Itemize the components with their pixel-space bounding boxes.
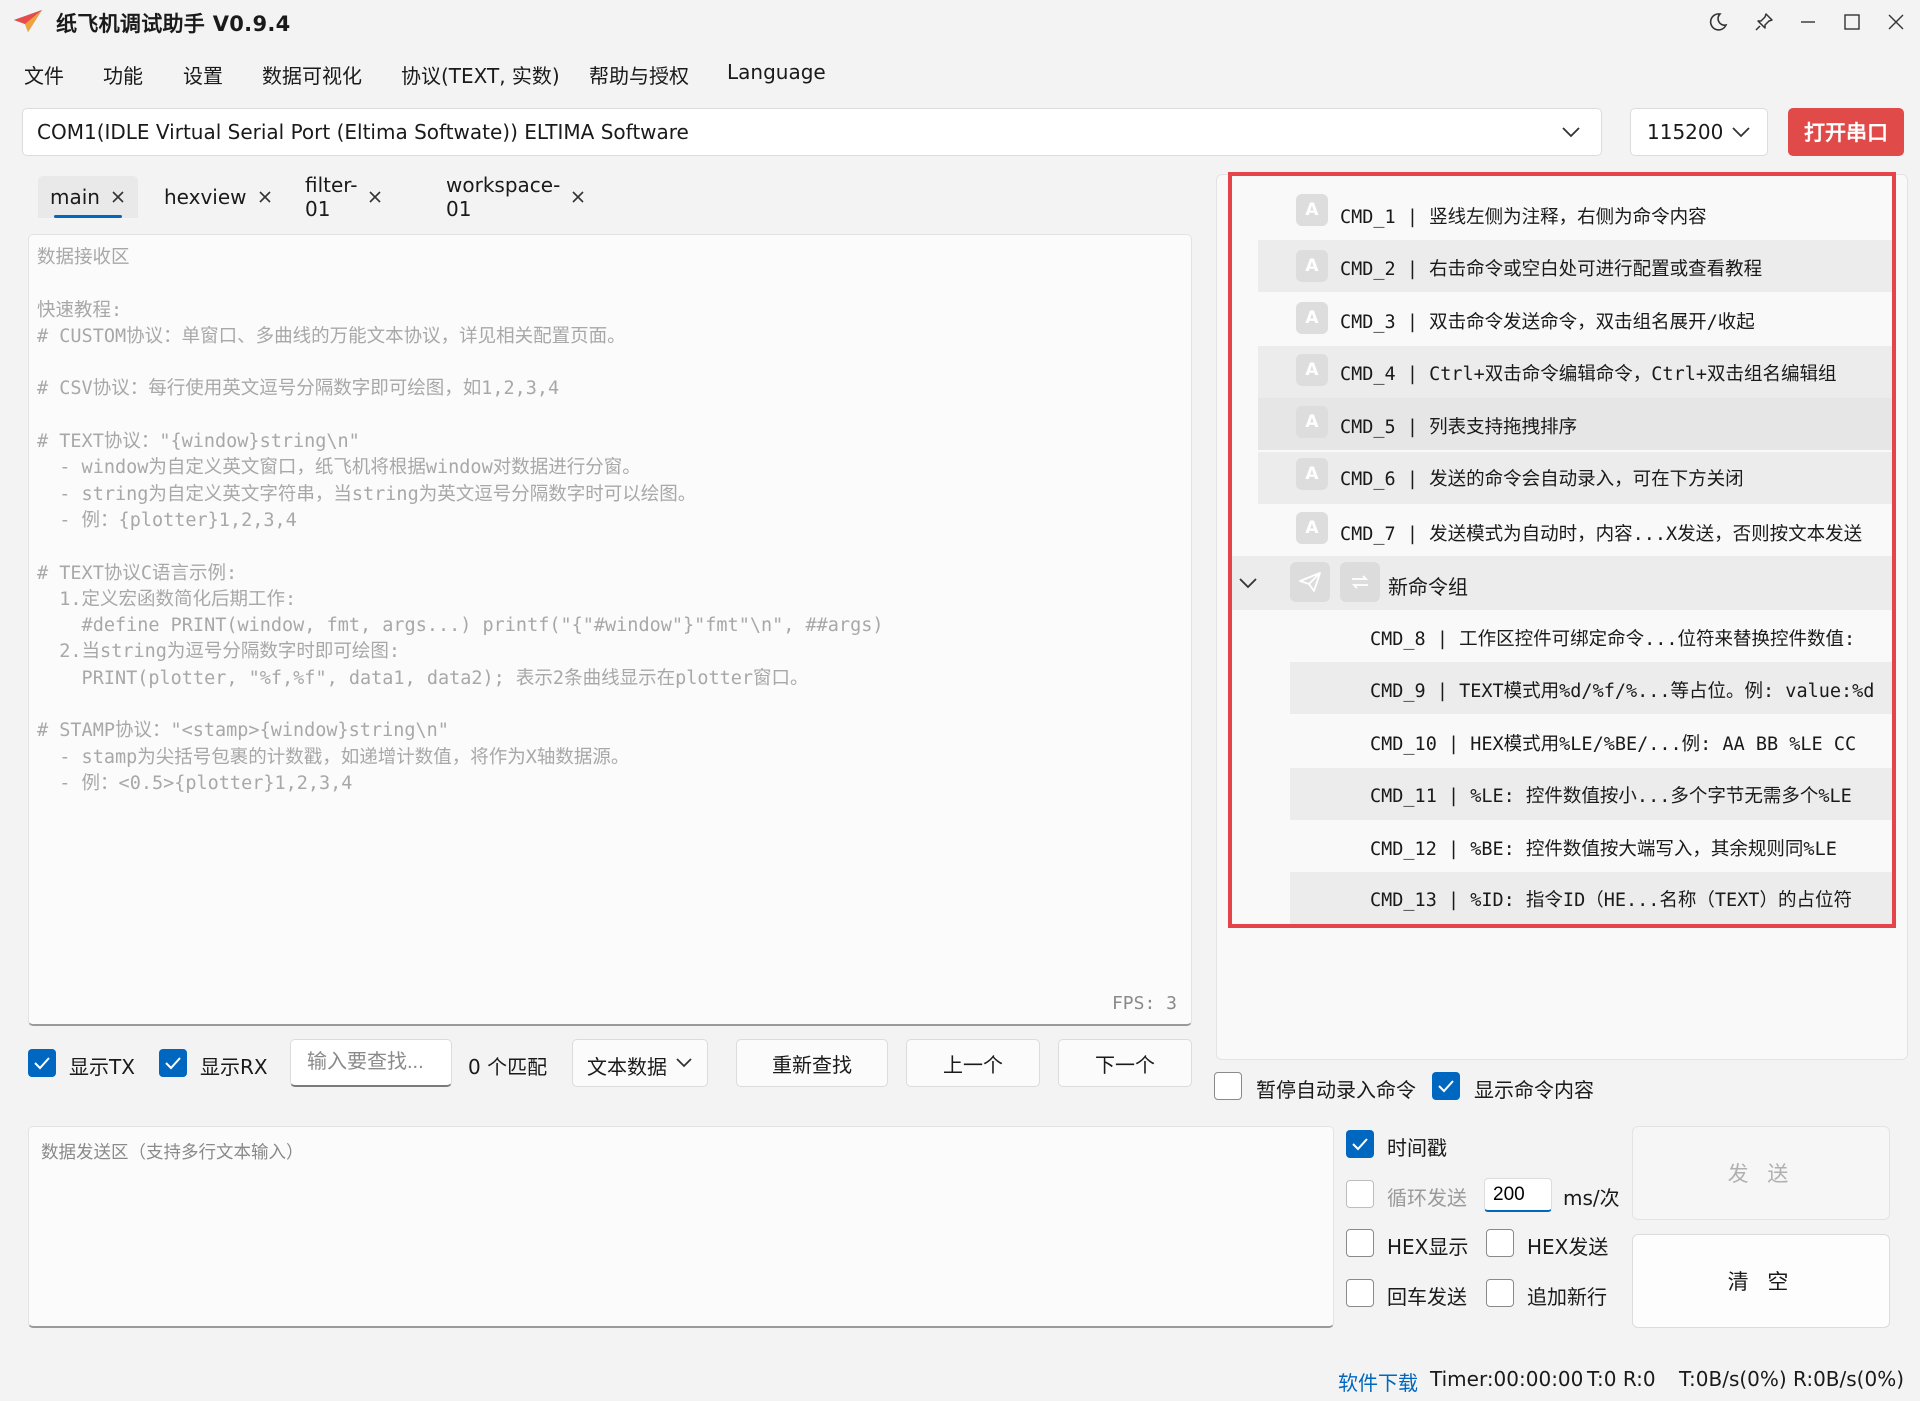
port-select[interactable]: COM1(IDLE Virtual Serial Port (Eltima So…: [22, 108, 1602, 156]
close-tab-icon[interactable]: [110, 189, 126, 205]
check-icon: [34, 1057, 50, 1070]
close-icon[interactable]: [1878, 4, 1914, 40]
hex-send-checkbox[interactable]: [1486, 1229, 1514, 1257]
show-rx-label: 显示RX: [200, 1055, 268, 1079]
tab-workspace-01[interactable]: workspace-01: [434, 173, 598, 221]
close-tab-icon[interactable]: [570, 189, 586, 205]
search-mode-value: 文本数据: [587, 1055, 667, 1079]
baud-select-value: 115200: [1647, 120, 1724, 144]
paper-plane-logo-icon: [14, 10, 42, 32]
chevron-down-icon: [676, 1058, 692, 1068]
open-port-button[interactable]: 打开串口: [1788, 108, 1904, 156]
pause-auto-record-label: 暂停自动录入命令: [1256, 1078, 1416, 1102]
loop-interval-box: [1484, 1178, 1552, 1212]
download-link[interactable]: 软件下载: [1338, 1367, 1418, 1396]
tab-label: workspace-01: [446, 173, 561, 221]
app-title: 纸飞机调试助手 V0.9.4: [56, 12, 291, 36]
menu-language[interactable]: Language: [727, 60, 826, 84]
append-newline-label: 追加新行: [1527, 1285, 1607, 1309]
show-tx-label: 显示TX: [69, 1055, 135, 1079]
search-input[interactable]: [307, 1051, 441, 1074]
title-bar: 纸飞机调试助手 V0.9.4: [0, 0, 1920, 44]
loop-interval-input[interactable]: [1485, 1179, 1551, 1210]
loop-send-checkbox[interactable]: [1346, 1180, 1374, 1208]
menu-protocol[interactable]: 协议(TEXT, 实数): [401, 60, 560, 89]
hex-display-label: HEX显示: [1387, 1235, 1469, 1259]
tab-label: hexview: [164, 185, 247, 209]
chevron-down-icon: [1732, 127, 1750, 138]
interval-unit: ms/次: [1563, 1186, 1620, 1210]
chevron-down-icon: [1562, 127, 1580, 138]
highlight-box: [1228, 172, 1896, 928]
baud-select[interactable]: 115200: [1630, 108, 1768, 156]
show-command-content-checkbox[interactable]: [1432, 1072, 1460, 1100]
hex-display-checkbox[interactable]: [1346, 1229, 1374, 1257]
receive-text: 数据接收区 快速教程: # CUSTOM协议：单窗口、多曲线的万能文本协议，详见…: [37, 247, 884, 794]
tab-label: filter-01: [305, 173, 358, 221]
timestamp-label: 时间戳: [1387, 1136, 1447, 1160]
app-window: 纸飞机调试助手 V0.9.4 文件 功能 设置 数据可视化 协议(TEXT, 实…: [0, 0, 1920, 1401]
menu-help[interactable]: 帮助与授权: [589, 60, 689, 89]
close-tab-icon[interactable]: [367, 189, 383, 205]
send-area: [28, 1126, 1334, 1328]
send-input[interactable]: [41, 1139, 1321, 1315]
append-newline-checkbox[interactable]: [1486, 1279, 1514, 1307]
tab-label: main: [50, 185, 100, 209]
timer-status: Timer:00:00:00: [1430, 1367, 1584, 1391]
enter-send-label: 回车发送: [1387, 1285, 1467, 1309]
timestamp-checkbox[interactable]: [1346, 1130, 1374, 1158]
moon-icon[interactable]: [1700, 4, 1736, 40]
clear-button[interactable]: 清 空: [1632, 1234, 1890, 1328]
search-mode-select[interactable]: 文本数据: [572, 1039, 708, 1087]
tab-hexview[interactable]: hexview: [152, 176, 285, 218]
rate-status: T:0B/s(0%) R:0B/s(0%): [1679, 1367, 1905, 1391]
check-icon: [1438, 1080, 1454, 1093]
search-input-box: [290, 1039, 452, 1087]
menu-bar: 文件 功能 设置 数据可视化 协议(TEXT, 实数) 帮助与授权 Langua…: [0, 52, 1920, 94]
close-tab-icon[interactable]: [257, 189, 273, 205]
menu-file[interactable]: 文件: [24, 60, 64, 89]
pause-auto-record-checkbox[interactable]: [1214, 1072, 1242, 1100]
refind-button[interactable]: 重新查找: [736, 1039, 888, 1087]
show-tx-checkbox[interactable]: [28, 1049, 56, 1077]
check-icon: [1352, 1138, 1368, 1151]
loop-send-label: 循环发送: [1387, 1186, 1467, 1210]
match-count: 0 个匹配: [468, 1055, 548, 1079]
enter-send-checkbox[interactable]: [1346, 1279, 1374, 1307]
check-icon: [165, 1057, 181, 1070]
menu-function[interactable]: 功能: [103, 60, 143, 89]
send-button[interactable]: 发 送: [1632, 1126, 1890, 1220]
tab-main[interactable]: main: [38, 176, 138, 218]
fps-counter: FPS: 3: [1111, 993, 1177, 1014]
show-rx-checkbox[interactable]: [159, 1049, 187, 1077]
maximize-icon[interactable]: [1834, 4, 1870, 40]
show-command-content-label: 显示命令内容: [1474, 1078, 1594, 1102]
prev-match-button[interactable]: 上一个: [906, 1039, 1040, 1087]
hex-send-label: HEX发送: [1527, 1235, 1609, 1259]
menu-visualization[interactable]: 数据可视化: [262, 60, 362, 89]
menu-settings[interactable]: 设置: [183, 60, 223, 89]
minimize-icon[interactable]: [1790, 4, 1826, 40]
tab-filter-01[interactable]: filter-01: [293, 173, 395, 221]
port-select-value: COM1(IDLE Virtual Serial Port (Eltima So…: [37, 120, 689, 144]
count-status: T:0 R:0: [1587, 1367, 1656, 1391]
receive-area[interactable]: 数据接收区 快速教程: # CUSTOM协议：单窗口、多曲线的万能文本协议，详见…: [28, 234, 1192, 1026]
next-match-button[interactable]: 下一个: [1058, 1039, 1192, 1087]
pin-icon[interactable]: [1746, 4, 1782, 40]
